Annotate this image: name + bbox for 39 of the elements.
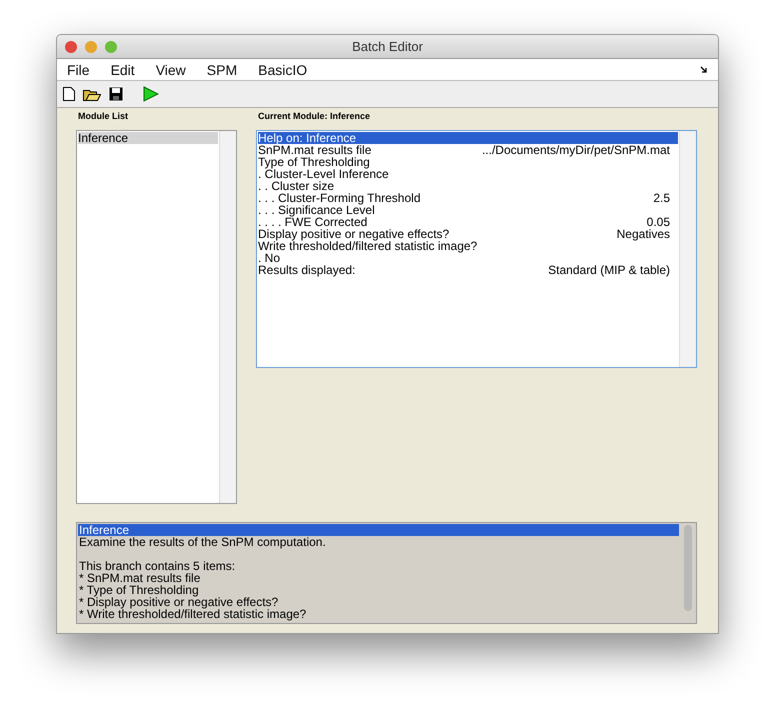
run-icon[interactable] — [143, 86, 159, 102]
help-heading[interactable]: Inference — [78, 524, 679, 536]
setting-row[interactable]: . . . Significance Level — [258, 204, 678, 216]
setting-row[interactable]: . No — [258, 252, 678, 264]
current-module-label: Current Module: Inference — [257, 111, 372, 121]
setting-row[interactable]: . Cluster-Level Inference — [258, 168, 678, 180]
setting-row[interactable]: . . . Cluster-Forming Threshold 2.5 — [258, 192, 678, 204]
module-list-item[interactable]: Inference — [78, 132, 218, 144]
scrollbar[interactable] — [679, 131, 696, 367]
setting-row[interactable]: Write thresholded/filtered statistic image? — [258, 240, 678, 252]
help-line: * SnPM.mat results file — [78, 572, 202, 584]
open-folder-icon[interactable] — [83, 87, 101, 101]
setting-row[interactable]: . . . . FWE Corrected 0.05 — [258, 216, 678, 228]
scrollbar[interactable] — [219, 131, 236, 503]
menu-item[interactable]: SPM — [206, 62, 238, 78]
minimize-button[interactable] — [85, 40, 97, 52]
help-line: * Write thresholded/filtered statistic image? — [78, 608, 308, 620]
new-document-icon[interactable] — [63, 87, 75, 101]
save-icon[interactable] — [109, 87, 123, 101]
help-line: * Display positive or negative effects? — [78, 596, 280, 608]
setting-row[interactable]: . . Cluster size — [258, 180, 678, 192]
menu-item[interactable]: File — [67, 62, 90, 78]
help-line: * Type of Thresholding — [78, 584, 200, 596]
setting-row[interactable]: SnPM.mat results file .../Documents/myDir/pet/SnPM.mat — [258, 144, 678, 156]
close-button[interactable] — [65, 40, 77, 52]
help-line: This branch contains 5 items: — [78, 560, 236, 572]
dock-arrow-icon[interactable] — [700, 66, 708, 74]
menu-item[interactable]: BasicIO — [258, 62, 308, 78]
window-title: Batch Editor — [352, 39, 423, 54]
zoom-button[interactable] — [105, 40, 117, 52]
setting-row[interactable]: Help on: Inference — [258, 132, 678, 144]
help-line: Examine the results of the SnPM computation. — [78, 536, 327, 548]
setting-row[interactable]: Results displayed: Standard (MIP & table) — [258, 264, 678, 276]
setting-row[interactable]: Display positive or negative effects? Negatives — [258, 228, 678, 240]
menu-item[interactable]: Edit — [110, 62, 135, 78]
module-list-label: Module List — [77, 111, 129, 121]
scrollbar-thumb[interactable] — [684, 525, 692, 611]
setting-row[interactable]: Type of Thresholding — [258, 156, 678, 168]
menu-item[interactable]: View — [156, 62, 186, 78]
